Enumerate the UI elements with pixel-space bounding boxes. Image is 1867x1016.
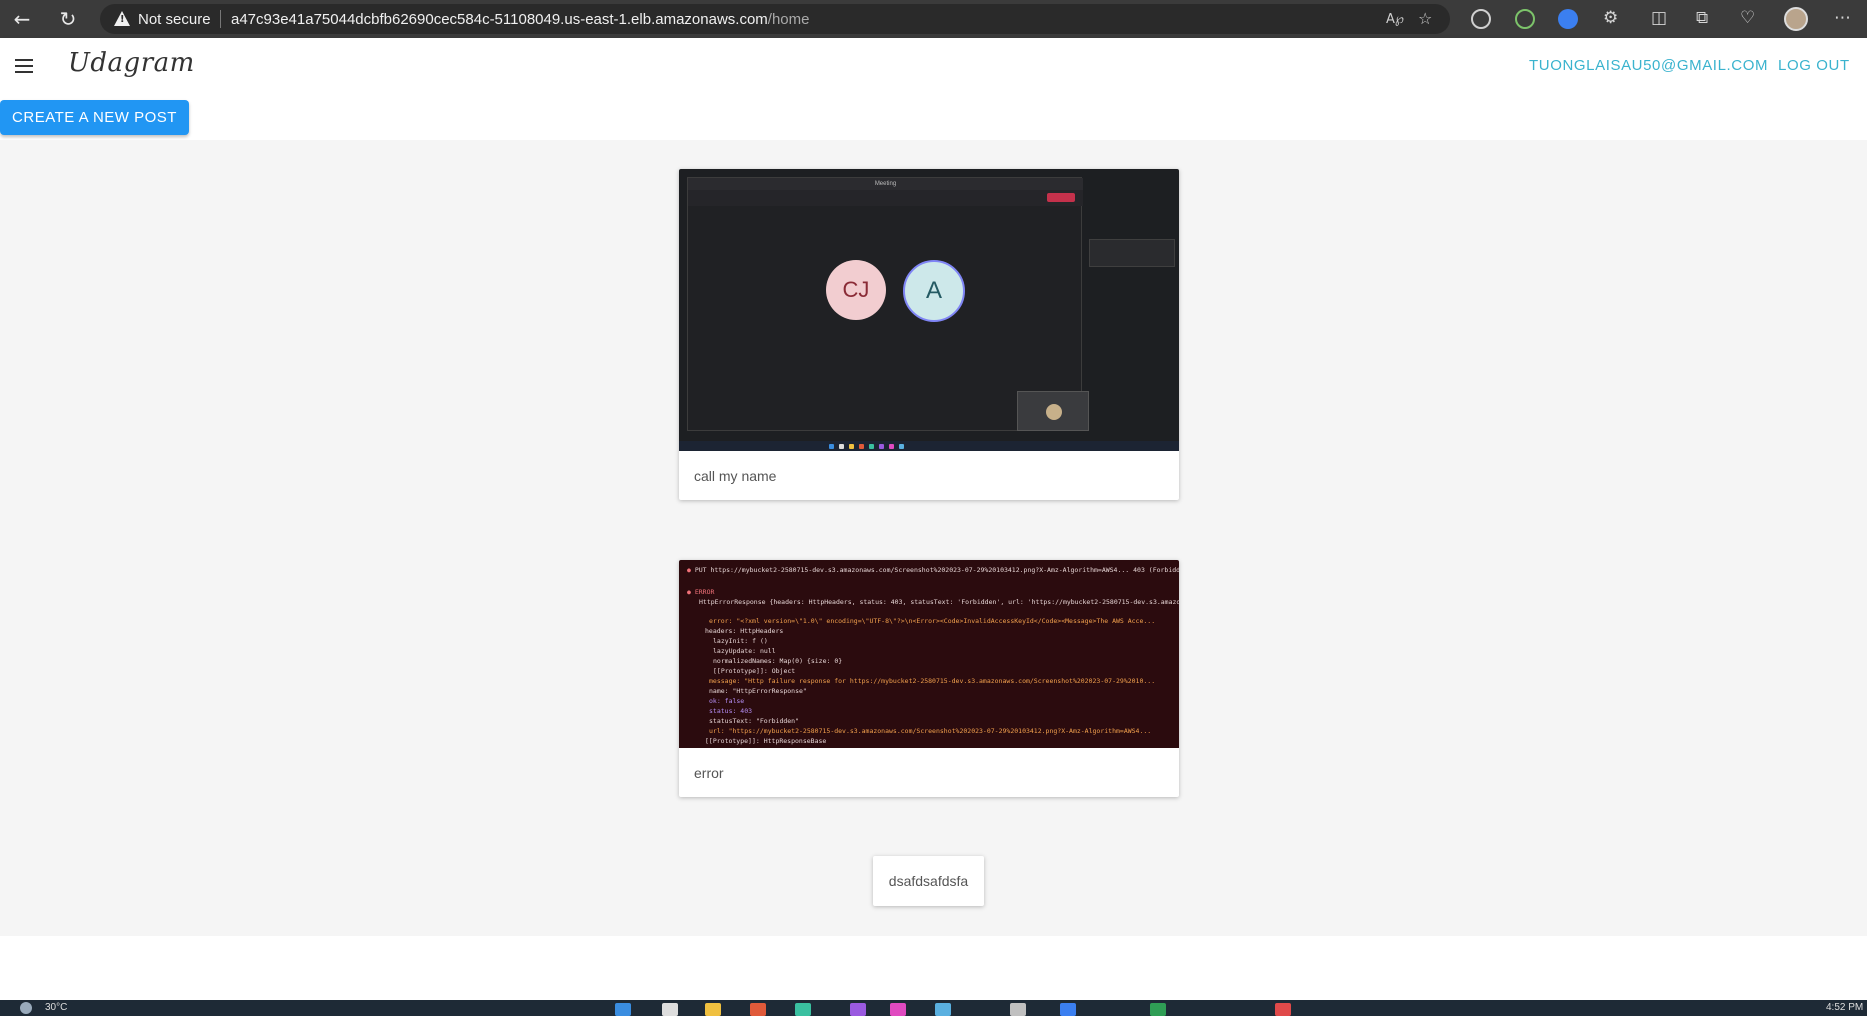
app-icon[interactable] <box>750 1003 766 1016</box>
hamburger-menu-icon[interactable] <box>15 59 33 73</box>
tracking-icon[interactable] <box>1471 9 1491 29</box>
address-bar[interactable]: Not secure a47c93e41a75044dcbfb62690cec5… <box>100 4 1450 34</box>
meeting-window-title: Meeting <box>688 178 1083 190</box>
leave-meeting-button <box>1047 193 1075 202</box>
console-line: statusText: "Forbidden" <box>709 717 800 725</box>
clock[interactable]: 4:52 PM <box>1826 1002 1863 1013</box>
logout-button[interactable]: LOG OUT <box>1778 57 1850 74</box>
participant-avatar: A <box>903 260 965 322</box>
console-line: message: "Http failure response for http… <box>709 677 1156 685</box>
chat-panel <box>1089 239 1175 267</box>
app-icon[interactable] <box>850 1003 866 1016</box>
post-caption: call my name <box>694 468 777 484</box>
profile-avatar-icon[interactable] <box>1784 7 1808 31</box>
post-card[interactable]: Meeting CJ A call my name <box>679 169 1179 500</box>
console-line: lazyUpdate: null <box>713 647 776 655</box>
console-line: lazyInit: f () <box>713 637 768 645</box>
post-card[interactable]: ● PUT https://mybucket2-2580715-dev.s3.a… <box>679 560 1179 797</box>
collections-icon[interactable]: ⧉ <box>1696 8 1708 28</box>
split-screen-icon[interactable]: ◫ <box>1651 8 1667 28</box>
read-aloud-icon[interactable]: A℘ <box>1386 12 1404 27</box>
post-caption: error <box>694 765 724 781</box>
meeting-window: Meeting CJ A <box>687 177 1089 431</box>
screenshot-taskbar <box>679 441 1179 451</box>
browser-toolbar: ← ↻ Not secure a47c93e41a75044dcbfb62690… <box>0 0 1867 38</box>
url-host: a47c93e41a75044dcbfb62690cec584c-5110804… <box>231 11 768 28</box>
file-explorer-icon[interactable] <box>705 1003 721 1016</box>
app-icon[interactable] <box>1150 1003 1166 1016</box>
extension-icon[interactable]: ⚙ <box>1603 8 1618 28</box>
post-image[interactable]: Meeting CJ A <box>679 169 1179 451</box>
security-label[interactable]: Not secure <box>138 11 211 28</box>
back-icon[interactable]: ← <box>10 7 34 31</box>
app-toolbar: Udagram TUONGLAISAU50@GMAIL.COM LOG OUT <box>0 38 1867 95</box>
user-email-link[interactable]: TUONGLAISAU50@GMAIL.COM <box>1529 57 1768 74</box>
self-video-tile <box>1017 391 1089 431</box>
browser-app-icon[interactable] <box>795 1003 811 1016</box>
app-icon[interactable] <box>935 1003 951 1016</box>
url-text[interactable]: a47c93e41a75044dcbfb62690cec584c-5110804… <box>231 11 809 28</box>
address-divider <box>220 10 221 28</box>
extension-check-icon[interactable] <box>1558 9 1578 29</box>
meeting-toolbar <box>688 190 1083 206</box>
participant-avatar: CJ <box>826 260 886 320</box>
console-line: ● ERROR <box>687 588 715 596</box>
app-icon[interactable] <box>890 1003 906 1016</box>
favorite-star-icon[interactable]: ☆ <box>1418 9 1432 28</box>
create-post-button[interactable]: CREATE A NEW POST <box>0 100 189 135</box>
console-line: url: "https://mybucket2-2580715-dev.s3.a… <box>709 727 1152 735</box>
os-taskbar: 30°C 4:52 PM <box>0 1000 1867 1016</box>
reload-icon[interactable]: ↻ <box>56 7 80 31</box>
app-icon[interactable] <box>1275 1003 1291 1016</box>
start-icon[interactable] <box>615 1003 631 1016</box>
console-line: ● PUT https://mybucket2-2580715-dev.s3.a… <box>687 566 1179 574</box>
weather-temperature[interactable]: 30°C <box>45 1002 67 1013</box>
url-path: /home <box>767 11 810 28</box>
app-icon[interactable] <box>1060 1003 1076 1016</box>
extension-green-icon[interactable] <box>1515 9 1535 29</box>
console-line: normalizedNames: Map(0) {size: 0} <box>713 657 843 665</box>
warning-icon <box>114 11 130 26</box>
search-icon[interactable] <box>662 1003 678 1016</box>
console-line: headers: HttpHeaders <box>705 627 784 635</box>
weather-icon[interactable] <box>20 1002 32 1014</box>
console-line: [[Prototype]]: Object <box>713 667 796 675</box>
console-line: error: "<?xml version=\"1.0\" encoding=\… <box>709 617 1156 625</box>
create-post-row: CREATE A NEW POST <box>0 95 1867 140</box>
post-image[interactable]: ● PUT https://mybucket2-2580715-dev.s3.a… <box>679 560 1179 748</box>
console-line: [[Prototype]]: HttpResponseBase <box>705 737 827 745</box>
console-line: ok: false <box>709 697 745 705</box>
health-icon[interactable]: ♡ <box>1740 8 1755 28</box>
post-feed: Meeting CJ A call my name ● PUT https://… <box>0 140 1867 936</box>
text-post-card[interactable]: dsafdsafdsfa <box>873 856 984 906</box>
brand-logo[interactable]: Udagram <box>68 48 195 78</box>
console-line: status: 403 <box>709 707 753 715</box>
more-icon[interactable]: ⋯ <box>1834 8 1851 28</box>
console-line: HttpErrorResponse {headers: HttpHeaders,… <box>699 598 1179 606</box>
console-line: name: "HttpErrorResponse" <box>709 687 807 695</box>
app-icon[interactable] <box>1010 1003 1026 1016</box>
